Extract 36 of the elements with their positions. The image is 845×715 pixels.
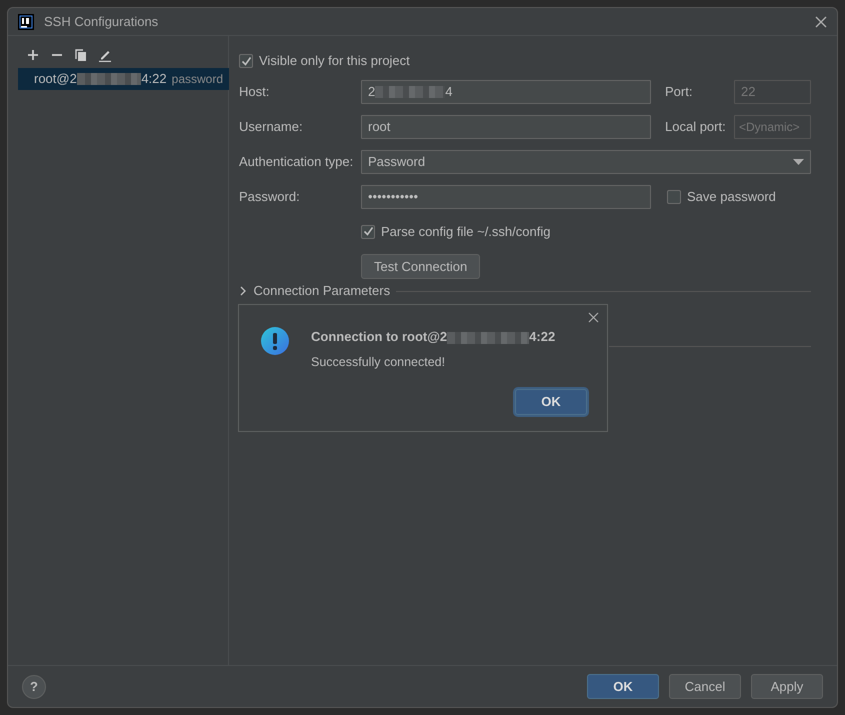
section-header[interactable]: Connection Parameters	[239, 284, 390, 298]
test-connection-button[interactable]: Test Connection	[361, 254, 480, 280]
checkbox-row[interactable]: Save password	[667, 186, 776, 206]
checkbox-row[interactable]: Parse config file ~/.ssh/config	[361, 222, 550, 242]
help-button[interactable]: ?	[22, 674, 46, 698]
field-label: Local port:	[665, 118, 726, 136]
ok-button[interactable]: OK	[515, 389, 587, 415]
dialog-button[interactable]: Cancel	[669, 674, 741, 699]
checkbox[interactable]	[239, 54, 253, 68]
window-title: SSH Configurations	[44, 12, 158, 31]
auth-type-dropdown[interactable]: Password	[361, 150, 811, 174]
local-port-field[interactable]: <Dynamic>	[734, 114, 811, 138]
field-label: Password:	[239, 188, 301, 206]
field-label: Port:	[665, 82, 692, 101]
caret-icon	[793, 158, 804, 166]
auth-type-label: password	[172, 70, 223, 88]
close-icon[interactable]	[588, 312, 599, 323]
popup-message: Successfully connected!	[311, 354, 446, 371]
info-icon	[261, 327, 289, 355]
field-label: Authentication type:	[239, 152, 354, 171]
password-field[interactable]: •••••••••••	[361, 184, 651, 208]
field-label: Username:	[239, 118, 304, 136]
config-list-item[interactable]: root@2 4:22 password	[18, 68, 229, 90]
dialog-button[interactable]: Apply	[751, 674, 823, 699]
app-logo-icon	[18, 14, 34, 30]
popup-title: Connection to root@2 4:22	[311, 328, 556, 346]
checkbox[interactable]	[667, 190, 681, 204]
host-field[interactable]: 2 4	[361, 80, 651, 104]
close-icon[interactable]	[815, 16, 827, 28]
field-label: Host:	[239, 82, 270, 101]
checkbox-row[interactable]: Visible only for this project	[239, 51, 410, 71]
redacted-block	[375, 86, 446, 98]
redacted-block	[76, 72, 142, 85]
username-field[interactable]: root	[361, 114, 651, 138]
ok-button[interactable]: OK	[587, 674, 659, 699]
checkbox[interactable]	[361, 224, 375, 238]
